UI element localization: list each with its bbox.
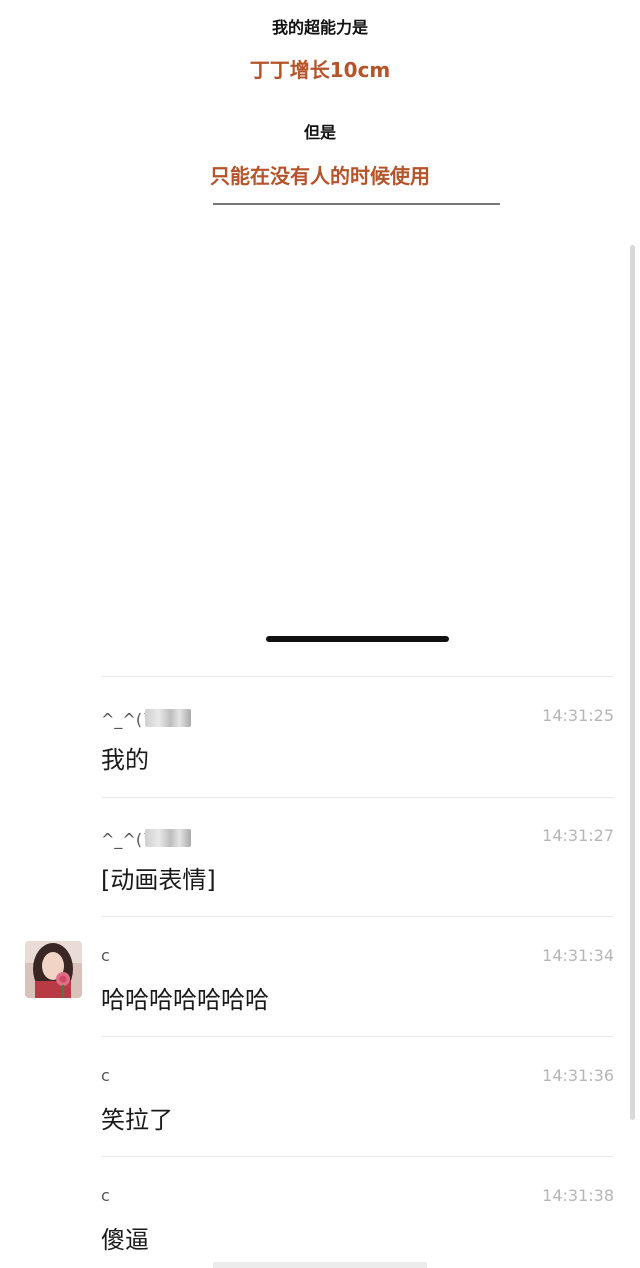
header-line-2: 丁丁增长10cm: [249, 58, 391, 82]
timestamp: 14:31:36: [542, 1066, 614, 1085]
avatar-image: [25, 941, 82, 998]
header-line-4: 只能在没有人的时候使用: [210, 164, 430, 188]
timestamp: 14:31:38: [542, 1186, 614, 1205]
avatar[interactable]: [25, 941, 82, 998]
divider: [101, 916, 614, 917]
message-text: 笑拉了: [101, 1106, 173, 1134]
home-indicator-bar: [266, 636, 449, 642]
timestamp: 14:31:34: [542, 946, 614, 965]
timestamp: 14:31:27: [542, 826, 614, 845]
header-line-3: 但是: [303, 123, 336, 142]
divider: [101, 676, 614, 677]
timestamp: 14:31:25: [542, 706, 614, 725]
header-line-1: 我的超能力是: [271, 18, 368, 37]
sender-name: c: [101, 1066, 110, 1085]
blurred-name: [145, 709, 191, 727]
divider: [101, 1036, 614, 1037]
header-underline: [213, 203, 500, 205]
sender-name: c: [101, 1186, 110, 1205]
message-text: 哈哈哈哈哈哈哈: [101, 986, 269, 1014]
message-text: 我的: [101, 746, 149, 774]
divider: [101, 797, 614, 798]
message-text: 傻逼: [101, 1226, 149, 1254]
scrollbar[interactable]: [630, 245, 635, 1120]
bottom-edge-bar: [213, 1262, 427, 1268]
divider: [101, 1156, 614, 1157]
message-text: [动画表情]: [101, 866, 216, 894]
blurred-name: [145, 829, 191, 847]
sender-name: c: [101, 946, 110, 965]
